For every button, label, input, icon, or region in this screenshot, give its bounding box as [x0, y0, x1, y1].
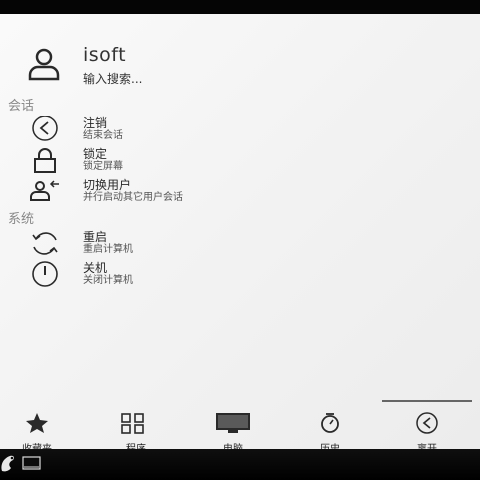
tab-programs[interactable]: 程序: [91, 400, 181, 455]
star-icon: [26, 413, 48, 433]
restart-icon: [32, 232, 58, 255]
tab-computer[interactable]: 电脑: [188, 400, 278, 455]
lock-item[interactable]: 锁定 锁定屏幕: [0, 147, 400, 177]
logout-subtitle: 结束会话: [83, 130, 123, 141]
taskbar: [0, 449, 480, 480]
tab-history[interactable]: 历史: [285, 400, 375, 455]
leave-icon: [416, 412, 438, 434]
restart-subtitle: 重启计算机: [83, 244, 133, 255]
logout-title: 注销: [83, 116, 108, 130]
search-input[interactable]: [83, 70, 383, 88]
restart-item[interactable]: 重启 重启计算机: [0, 230, 400, 260]
monitor-icon: [216, 413, 250, 433]
show-desktop-icon[interactable]: [22, 456, 41, 470]
logout-item[interactable]: 注销 结束会话: [0, 116, 400, 146]
lock-title: 锁定: [83, 147, 108, 161]
switch-user-title: 切换用户: [83, 178, 132, 192]
section-header-system: 系统: [8, 212, 35, 227]
grid-icon: [121, 413, 144, 434]
menu-tabs: 收藏夹 程序 电脑 历史: [0, 400, 480, 455]
shutdown-subtitle: 关闭计算机: [83, 275, 133, 286]
power-icon: [32, 261, 58, 287]
top-panel: [0, 0, 480, 14]
lock-subtitle: 锁定屏幕: [83, 161, 123, 172]
lock-icon: [34, 148, 56, 173]
tab-leave[interactable]: 离开: [382, 400, 472, 455]
shutdown-title: 关机: [83, 261, 108, 275]
section-header-session: 会话: [8, 99, 35, 114]
user-header: isoft: [26, 44, 466, 96]
switch-user-icon: [30, 180, 59, 201]
user-avatar-icon: [28, 48, 60, 81]
user-name: isoft: [83, 44, 127, 66]
tab-favorites[interactable]: 收藏夹: [0, 400, 82, 455]
history-icon: [321, 413, 339, 433]
restart-title: 重启: [83, 230, 108, 244]
application-menu: isoft 会话 注销 结束会话 锁定 锁定屏幕 切换用户 并行启动其它用户会话…: [0, 14, 480, 455]
switch-user-subtitle: 并行启动其它用户会话: [83, 192, 183, 203]
shutdown-item[interactable]: 关机 关闭计算机: [0, 261, 400, 291]
app-launcher-icon[interactable]: [0, 454, 16, 472]
logout-icon: [32, 116, 58, 141]
switch-user-item[interactable]: 切换用户 并行启动其它用户会话: [0, 178, 400, 208]
